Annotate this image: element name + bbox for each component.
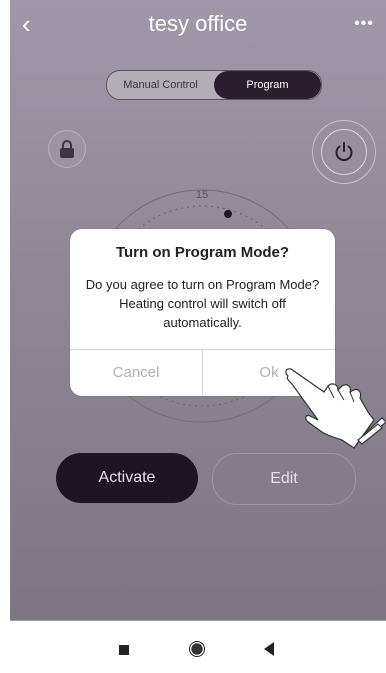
hand-pointer-icon (285, 368, 386, 449)
dialog-title: Turn on Program Mode? (115, 244, 290, 261)
dial-tick-label: 15 (196, 189, 208, 201)
dial-knob[interactable] (224, 210, 232, 218)
triangle-back-icon[interactable] (264, 642, 274, 656)
system-navigation-bar (10, 620, 386, 673)
dialog-message: Do you agree to turn on Program Mode? He… (85, 277, 320, 330)
cancel-button[interactable]: Cancel (70, 350, 202, 396)
phone-screen: ‹ tesy office ••• Manual Control Program (0, 0, 386, 673)
circle-icon[interactable] (189, 641, 205, 657)
square-icon[interactable] (119, 645, 129, 655)
activate-button[interactable]: Activate (56, 453, 198, 503)
screen-margin (0, 0, 10, 673)
